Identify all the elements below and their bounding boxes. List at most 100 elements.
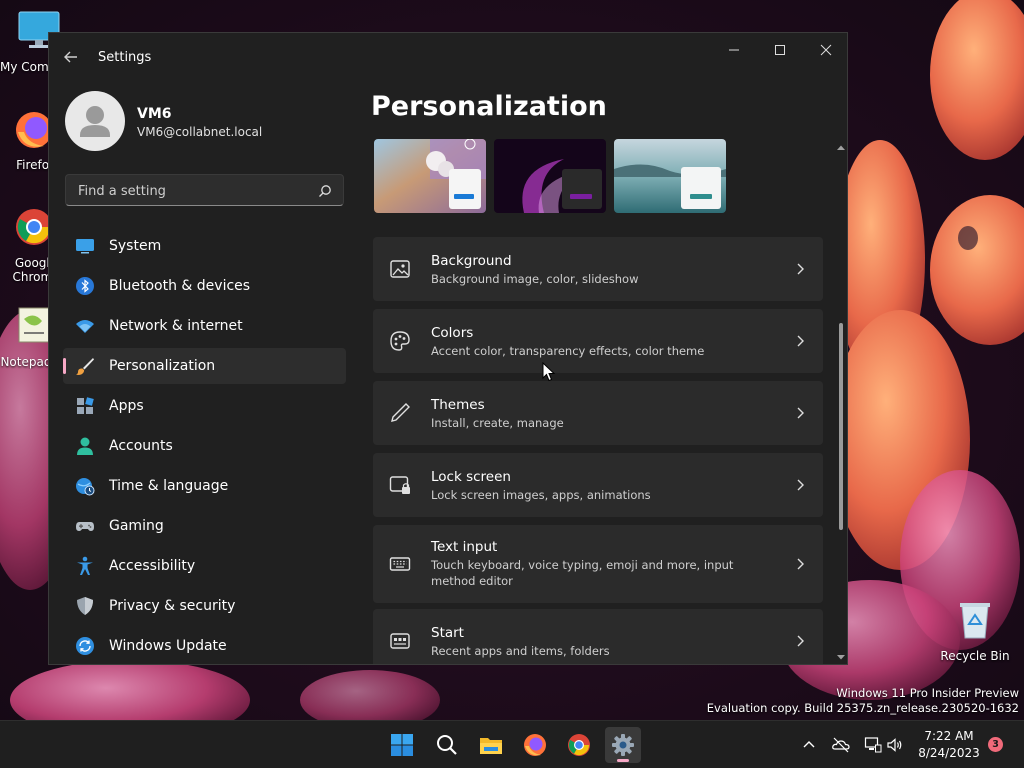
- taskbar-settings[interactable]: [605, 727, 641, 763]
- globe-clock-icon: [76, 478, 95, 496]
- chevron-right-icon: [797, 335, 804, 347]
- search-input[interactable]: [76, 181, 310, 201]
- nav-item-network[interactable]: Network & internet: [63, 308, 346, 344]
- chevron-right-icon: [797, 479, 804, 491]
- nav-label: Network & internet: [109, 318, 243, 334]
- user-name: VM6: [137, 106, 172, 122]
- desktop-icon-recycle-bin[interactable]: Recycle Bin: [938, 598, 1012, 663]
- windows-start-icon: [391, 734, 413, 756]
- theme-preview-image: [374, 139, 486, 213]
- system-icon: [76, 239, 94, 254]
- nav-item-accessibility[interactable]: Accessibility: [63, 548, 346, 584]
- card-subtitle: Background image, color, slideshow: [431, 272, 639, 286]
- taskbar-file-explorer[interactable]: [473, 727, 509, 763]
- nav-label: Gaming: [109, 518, 164, 534]
- nav-item-apps[interactable]: Apps: [63, 388, 346, 424]
- back-button[interactable]: [61, 47, 81, 67]
- apps-icon: [77, 397, 94, 414]
- card-lock-screen[interactable]: Lock screen Lock screen images, apps, an…: [373, 453, 823, 517]
- firefox-icon: [524, 734, 546, 756]
- watermark-build: Evaluation copy. Build 25375.zn_release.…: [706, 701, 1019, 715]
- settings-nav: System Bluetooth & devices Network & int…: [63, 228, 346, 664]
- taskbar-clock-date[interactable]: 8/24/2023: [900, 746, 998, 760]
- account-icon: [77, 437, 93, 455]
- bluetooth-icon: [76, 277, 94, 295]
- card-title: Background: [431, 253, 512, 269]
- chevron-up-icon[interactable]: [800, 736, 818, 754]
- nav-item-personalization[interactable]: Personalization: [63, 348, 346, 384]
- nav-label: System: [109, 238, 162, 254]
- title-bar[interactable]: Settings: [49, 33, 847, 83]
- theme-thumbnail[interactable]: [614, 139, 726, 213]
- chevron-right-icon: [797, 558, 804, 570]
- close-button[interactable]: [803, 33, 847, 67]
- nav-label: Bluetooth & devices: [109, 278, 251, 294]
- maximize-icon: [775, 45, 785, 55]
- page-title: Personalization: [371, 91, 607, 122]
- chevron-right-icon: [797, 635, 804, 647]
- lock-screen-icon: [389, 476, 410, 494]
- card-title: Text input: [431, 539, 498, 555]
- user-avatar[interactable]: [65, 91, 125, 151]
- theme-preview-image: [614, 139, 726, 213]
- taskbar-clock-time[interactable]: 7:22 AM: [900, 729, 998, 743]
- search-icon: [437, 735, 457, 755]
- file-explorer-icon: [480, 738, 502, 754]
- chevron-right-icon: [797, 263, 804, 275]
- nav-label: Privacy & security: [109, 598, 236, 614]
- theme-thumbnail[interactable]: [374, 139, 486, 213]
- card-subtitle: Lock screen images, apps, animations: [431, 488, 651, 502]
- gamepad-icon: [76, 522, 94, 531]
- minimize-button[interactable]: [711, 33, 757, 67]
- card-text-input[interactable]: Text input Touch keyboard, voice typing,…: [373, 525, 823, 603]
- nav-label: Accounts: [109, 438, 173, 454]
- desktop-icon-label: Recycle Bin: [940, 649, 1010, 663]
- nav-item-accounts[interactable]: Accounts: [63, 428, 346, 464]
- nav-item-gaming[interactable]: Gaming: [63, 508, 346, 544]
- taskbar-start-button[interactable]: [384, 727, 420, 763]
- maximize-button[interactable]: [757, 33, 803, 67]
- taskbar-chrome[interactable]: [561, 727, 597, 763]
- window-title: Settings: [98, 50, 152, 65]
- close-icon: [820, 44, 832, 56]
- card-title: Start: [431, 625, 464, 641]
- search-icon[interactable]: [318, 184, 332, 198]
- nav-item-windows-update[interactable]: Windows Update: [63, 628, 346, 664]
- card-title: Themes: [431, 397, 485, 413]
- nav-label: Accessibility: [109, 558, 196, 574]
- card-themes[interactable]: Themes Install, create, manage: [373, 381, 823, 445]
- taskbar-firefox[interactable]: [517, 727, 553, 763]
- update-icon: [76, 637, 94, 655]
- card-subtitle: Recent apps and items, folders: [431, 644, 610, 658]
- back-arrow-icon: [64, 51, 77, 63]
- notification-badge[interactable]: 3: [988, 737, 1003, 752]
- watermark-edition: Windows 11 Pro Insider Preview: [836, 686, 1019, 700]
- minimize-icon: [729, 49, 739, 51]
- nav-item-privacy-security[interactable]: Privacy & security: [63, 588, 346, 624]
- wifi-icon: [76, 320, 94, 333]
- card-start[interactable]: Start Recent apps and items, folders: [373, 609, 823, 664]
- nav-label: Apps: [109, 398, 144, 414]
- image-icon: [390, 260, 410, 278]
- card-subtitle: Touch keyboard, voice typing, emoji and …: [431, 558, 734, 588]
- scrollbar-thumb[interactable]: [839, 323, 843, 530]
- nav-item-time-language[interactable]: Time & language: [63, 468, 346, 504]
- onedrive-offline-icon[interactable]: [832, 736, 850, 754]
- network-ethernet-icon[interactable]: [864, 736, 882, 754]
- nav-item-bluetooth[interactable]: Bluetooth & devices: [63, 268, 346, 304]
- theme-thumbnail[interactable]: [494, 139, 606, 213]
- scroll-up-arrow-icon[interactable]: [836, 143, 846, 153]
- scroll-down-arrow-icon[interactable]: [836, 652, 846, 662]
- card-colors[interactable]: Colors Accent color, transparency effect…: [373, 309, 823, 373]
- palette-icon: [390, 331, 410, 351]
- recycle-bin-icon: [960, 603, 990, 639]
- search-box[interactable]: [65, 174, 344, 206]
- nav-item-system[interactable]: System: [63, 228, 346, 264]
- card-subtitle: Accent color, transparency effects, colo…: [431, 344, 705, 358]
- start-icon: [390, 633, 410, 649]
- card-background[interactable]: Background Background image, color, slid…: [373, 237, 823, 301]
- taskbar-search-button[interactable]: [429, 727, 465, 763]
- content-scrollbar[interactable]: [836, 141, 846, 664]
- nav-label: Time & language: [109, 478, 229, 494]
- nav-label: Personalization: [109, 358, 216, 374]
